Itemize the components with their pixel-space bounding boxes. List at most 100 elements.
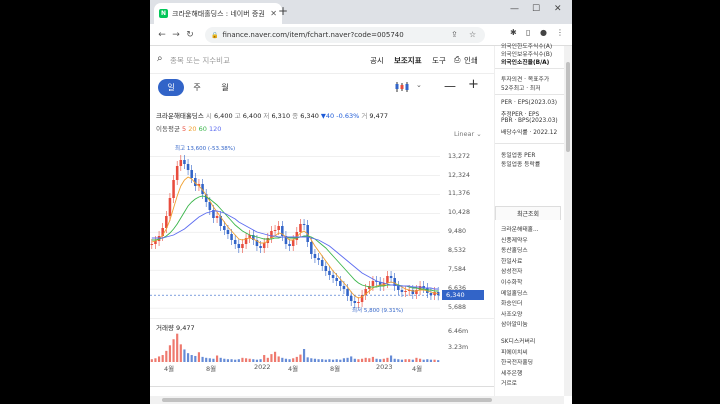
candle-body <box>273 230 277 231</box>
close-window-icon[interactable]: ✕ <box>554 4 562 14</box>
recent-item[interactable]: 피에이치씨 <box>501 347 528 356</box>
period-week-button[interactable]: 주 <box>190 79 204 96</box>
tab-strip: N 크라운해태홀딩스 : 네이버 증권 ✕ + — ☐ ✕ <box>150 0 572 24</box>
x-tick-label: 2023 <box>376 363 393 371</box>
volume-bar <box>313 358 317 362</box>
ma20-label[interactable]: 20 <box>188 125 196 133</box>
search-input[interactable]: 종목 또는 지수비교 <box>170 55 230 66</box>
forward-arrow-icon[interactable]: → <box>169 30 183 40</box>
candle-body <box>172 180 175 198</box>
volume-bar <box>165 350 168 362</box>
maximize-icon[interactable]: ☐ <box>532 4 540 14</box>
volume-bar <box>277 356 280 362</box>
recent-item[interactable]: 한국전자홀딩 <box>501 357 533 366</box>
sidebar-info-row: 동일업종 등락률 <box>501 162 541 168</box>
volume-bar <box>360 358 364 362</box>
volume-bar <box>292 358 295 362</box>
ma60-label[interactable]: 60 <box>199 125 207 133</box>
profile-avatar-icon[interactable]: ● <box>540 28 547 37</box>
candle-body <box>324 266 328 271</box>
recent-item[interactable]: 사조오양 <box>501 309 522 318</box>
y-tick-label: 8,532 <box>448 247 467 255</box>
volume-bar <box>328 359 331 362</box>
share-icon[interactable]: ⇪ <box>451 30 458 39</box>
volume-bar <box>342 358 346 362</box>
bookmark-star-icon[interactable]: ☆ <box>469 30 476 39</box>
recent-item[interactable]: 세주은행 <box>501 368 522 377</box>
candle-body <box>328 271 331 275</box>
candle-body <box>277 226 280 230</box>
reload-icon[interactable]: ↻ <box>183 30 197 40</box>
candle-body <box>400 290 404 292</box>
volume-bar <box>408 359 411 362</box>
recent-views-tab[interactable]: 최근조회 <box>495 206 561 220</box>
chevron-down-icon[interactable]: ⌄ <box>416 81 422 89</box>
sidebar-info-row: PER · EPS(2023.03) <box>501 100 558 106</box>
ma5-label[interactable]: 5 <box>182 125 186 133</box>
zoom-out-icon[interactable]: — <box>444 79 456 93</box>
menu-dots-icon[interactable]: ⋮ <box>556 28 564 37</box>
recent-item[interactable]: 이수화학 <box>501 277 522 286</box>
quote-summary: 크라운해태홀딩스 시 6,400 고 6,400 저 6,310 종 6,340… <box>156 112 389 120</box>
volume-bar <box>418 358 422 362</box>
volume-bar <box>176 333 179 362</box>
volume-bar <box>226 359 230 362</box>
extensions-icon[interactable]: ✱ <box>510 28 517 37</box>
sidebar-info-row: 추정PER · EPS <box>501 112 540 118</box>
change-value: ▼40 <box>320 112 335 120</box>
print-button[interactable]: 인쇄 <box>464 55 478 66</box>
y-tick-label: 11,376 <box>448 190 471 198</box>
volume-bar <box>194 355 197 362</box>
scale-mode-select[interactable]: Linear ⌄ <box>454 130 482 138</box>
recent-item[interactable]: 신풍제약우 <box>501 235 528 244</box>
candle-body <box>313 254 317 258</box>
close-tab-icon[interactable]: ✕ <box>270 9 277 18</box>
horizontal-scroll-thumb[interactable] <box>162 398 492 402</box>
recent-item[interactable]: 화승인더 <box>501 298 522 307</box>
recent-item[interactable]: 거르로 <box>501 378 517 387</box>
volume-bar <box>335 359 338 362</box>
disclosure-button[interactable]: 공시 <box>370 55 384 66</box>
recent-item[interactable]: 메일홀딩스 <box>501 288 528 297</box>
new-tab-button[interactable]: + <box>278 4 288 18</box>
candle-body <box>175 166 179 180</box>
minimize-icon[interactable]: — <box>510 4 519 14</box>
browser-tab[interactable]: N 크라운해태홀딩스 : 네이버 증권 ✕ <box>154 3 282 24</box>
recent-item[interactable]: 동산홀딩스 <box>501 245 528 254</box>
candle-body <box>317 258 320 260</box>
volume-chart[interactable] <box>150 332 446 362</box>
volume-bar <box>154 358 157 362</box>
ma120-label[interactable]: 120 <box>209 125 221 133</box>
volume-bar <box>237 359 240 362</box>
divider <box>495 94 565 95</box>
y-tick-label: 9,480 <box>448 228 467 236</box>
candle-type-icon[interactable] <box>395 82 409 92</box>
price-chart[interactable] <box>150 142 446 318</box>
period-day-button[interactable]: 일 <box>158 79 184 96</box>
search-icon[interactable]: ⌕ <box>157 53 163 64</box>
back-arrow-icon[interactable]: ← <box>155 30 169 40</box>
recent-item[interactable]: SK디스커버리 <box>501 336 535 345</box>
divider <box>495 143 565 144</box>
print-icon[interactable]: ⎙ <box>454 55 460 65</box>
recent-item[interactable]: 크라운해태홀... <box>501 224 539 233</box>
recent-item[interactable]: 삼성전자 <box>501 266 522 275</box>
sidepanel-icon[interactable]: ▯ <box>526 28 530 37</box>
period-month-button[interactable]: 월 <box>218 79 232 96</box>
sidebar-info-row: 투자의견 · 목표주가 <box>501 77 550 83</box>
candle-body <box>302 224 306 225</box>
x-tick-label: 4월 <box>412 365 423 373</box>
candle-body <box>150 244 154 245</box>
volume-bar <box>273 351 277 362</box>
candle-body <box>215 216 219 218</box>
candle-body <box>342 286 346 289</box>
indicators-button[interactable]: 보조지표 <box>394 55 422 66</box>
url-field[interactable]: 🔒 finance.naver.com/item/fchart.naver?co… <box>205 27 485 43</box>
zoom-in-icon[interactable]: + <box>468 77 479 92</box>
recent-item[interactable]: 한일사료 <box>501 256 522 265</box>
volume-tick: 6.46m <box>448 328 469 335</box>
recent-item[interactable]: 삼아알미늄 <box>501 319 528 328</box>
volume-bar <box>168 345 172 362</box>
tools-button[interactable]: 도구 <box>432 55 446 66</box>
vertical-scroll-thumb[interactable] <box>566 62 570 152</box>
